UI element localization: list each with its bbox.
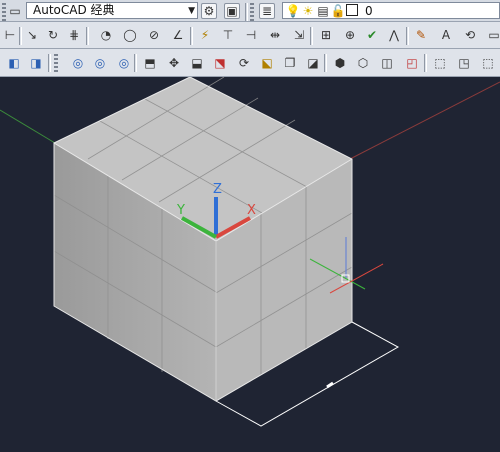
workspace-dropdown[interactable]: AutoCAD 经典 ▼ <box>26 2 198 19</box>
workspace-toolbar: ▭ AutoCAD 经典 ▼ ⚙ ▣ ≣ 💡 ☀ ▤ 🔓 0 <box>0 0 500 22</box>
imprint-icon[interactable]: ⬢ <box>332 55 348 71</box>
center-mark-icon[interactable]: ⊕ <box>342 27 358 43</box>
copy-faces-icon[interactable]: ❐ <box>282 55 298 71</box>
drawing-icon[interactable]: ▭ <box>8 3 22 19</box>
ucs-z-label: Z <box>213 182 222 197</box>
diameter-icon[interactable]: ⊘ <box>146 27 162 43</box>
quick-dim-icon[interactable]: ⚡ <box>197 27 213 43</box>
dim-break-icon[interactable]: ⇲ <box>291 27 307 43</box>
dim-style-icon[interactable]: ▭ <box>486 27 500 43</box>
extrude-faces-icon[interactable]: ⬒ <box>142 55 158 71</box>
light-bulb-icon[interactable]: 💡 <box>285 3 301 19</box>
toolbar-separator <box>245 3 248 21</box>
delete-faces-icon[interactable]: ⬔ <box>212 55 228 71</box>
check-icon[interactable]: ⬚ <box>432 55 448 71</box>
toolbar-separator <box>406 27 409 45</box>
dim-edit-icon[interactable]: ✎ <box>413 27 429 43</box>
toolbar-separator <box>324 54 327 72</box>
tolerance-icon[interactable]: ⊞ <box>318 27 334 43</box>
move-faces-icon[interactable]: ✥ <box>166 55 182 71</box>
interfere-icon[interactable]: ◎ <box>92 55 108 71</box>
save-workspace-icon[interactable]: ▣ <box>224 3 240 19</box>
drawing-viewport[interactable]: Z X Y <box>0 76 500 448</box>
ucs-y-label: Y <box>176 203 185 218</box>
toolbar-grip[interactable] <box>250 3 254 21</box>
toolbar-separator <box>134 54 137 72</box>
layer-dropdown[interactable]: 💡 ☀ ▤ 🔓 0 <box>282 2 500 19</box>
workspace-label: AutoCAD 经典 <box>33 3 115 17</box>
toolbar-separator <box>86 27 89 45</box>
color-faces-icon[interactable]: ◪ <box>305 55 321 71</box>
dim-space-icon[interactable]: ⇹ <box>267 27 283 43</box>
arc-length-icon[interactable]: ↻ <box>45 27 61 43</box>
jogged-linear-icon[interactable]: ⋀ <box>386 27 402 43</box>
sun-icon[interactable]: ☀ <box>300 3 316 19</box>
continue-icon[interactable]: ⊣ <box>243 27 259 43</box>
taper-faces-icon[interactable]: ⬕ <box>259 55 275 71</box>
separate-icon[interactable]: ◫ <box>379 55 395 71</box>
dim-update-icon[interactable]: ⟲ <box>462 27 478 43</box>
overlap-icon[interactable]: ◎ <box>116 55 132 71</box>
model-space-canvas[interactable]: Z X Y <box>0 76 500 448</box>
shell-icon[interactable]: ◰ <box>404 55 420 71</box>
toolbar-separator <box>19 27 22 45</box>
world-y-axis-line <box>0 109 56 144</box>
toolbar-separator <box>310 27 313 45</box>
layer-manager-icon[interactable]: ≣ <box>259 3 275 19</box>
layer-color-swatch <box>346 4 358 16</box>
union-icon[interactable]: ◧ <box>6 55 22 71</box>
lock-icon[interactable]: 🔓 <box>330 3 346 19</box>
intersect-icon[interactable]: ◎ <box>70 55 86 71</box>
jogged-icon[interactable]: ◯ <box>122 27 138 43</box>
subtract-icon[interactable]: ◨ <box>28 55 44 71</box>
dimension-toolbar: ⊢ ↘ ↻ ⋕ ◔ ◯ ⊘ ∠ ⚡ ⊤ ⊣ ⇹ ⇲ ⊞ ⊕ ✔ ⋀ ✎ A ⟲ … <box>0 22 500 49</box>
rotate-faces-icon[interactable]: ⟳ <box>236 55 252 71</box>
current-layer-name: 0 <box>365 4 373 18</box>
solid-editing-toolbar: ◧ ◨ ◎ ◎ ◎ ⬒ ✥ ⬓ ⬔ ⟳ ⬕ ❐ ◪ ⬢ ⬡ ◫ ◰ ⬚ ◳ ⬚ <box>0 49 500 77</box>
grip-marker <box>326 381 334 389</box>
toolbar-separator <box>48 54 51 72</box>
extract-edges-icon[interactable]: ◳ <box>456 55 472 71</box>
workspace-settings-icon[interactable]: ⚙ <box>201 3 217 19</box>
toolbar-separator <box>190 27 193 45</box>
inspection-icon[interactable]: ✔ <box>364 27 380 43</box>
ordinate-icon[interactable]: ⋕ <box>66 27 82 43</box>
world-x-axis-line <box>349 81 500 160</box>
aligned-dim-icon[interactable]: ↘ <box>24 27 40 43</box>
baseline-icon[interactable]: ⊤ <box>220 27 236 43</box>
viewport-freeze-icon[interactable]: ▤ <box>315 3 331 19</box>
radius-icon[interactable]: ◔ <box>98 27 114 43</box>
ucs-x-label: X <box>247 203 256 218</box>
dim-text-edit-icon[interactable]: A <box>438 27 454 43</box>
linear-dim-icon[interactable]: ⊢ <box>2 27 18 43</box>
angular-icon[interactable]: ∠ <box>170 27 186 43</box>
toolbar-grip[interactable] <box>54 54 58 72</box>
clean-icon[interactable]: ⬡ <box>355 55 371 71</box>
chevron-down-icon: ▼ <box>188 6 195 16</box>
offset-faces-icon[interactable]: ⬓ <box>189 55 205 71</box>
toolbar-grip[interactable] <box>2 3 6 21</box>
solid-history-icon[interactable]: ⬚ <box>480 55 496 71</box>
toolbar-separator <box>424 54 427 72</box>
